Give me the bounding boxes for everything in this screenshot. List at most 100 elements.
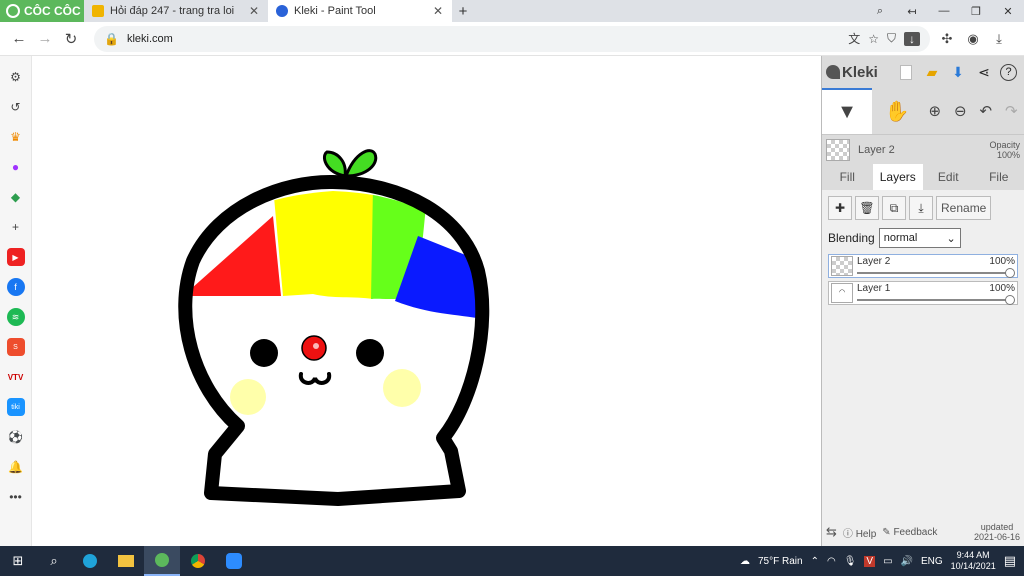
notifications-icon[interactable]: ▤ (1004, 553, 1016, 569)
kleki-logo[interactable]: Kleki (826, 64, 890, 81)
zoom-in-icon[interactable]: ⊕ (928, 102, 941, 120)
hand-tool[interactable]: ✋ (872, 88, 922, 134)
layer-opacity-slider[interactable] (857, 267, 1015, 278)
weather-icon[interactable]: ☁ (740, 556, 750, 567)
battery-icon[interactable]: ▭ (883, 556, 892, 567)
open-folder-icon[interactable]: ▰ (922, 62, 942, 82)
microphone-icon[interactable]: 🎙 (844, 556, 857, 567)
downloads-icon[interactable]: ⤓ (990, 31, 1008, 47)
share-icon[interactable]: ⋖ (974, 62, 994, 82)
fill-bucket-tool[interactable]: ▼ (822, 88, 872, 134)
shopee-icon[interactable]: S (6, 338, 25, 356)
reload-button[interactable]: ↻ (58, 30, 84, 48)
download-media-icon[interactable]: ↓ (904, 31, 920, 46)
search-tabs-icon[interactable]: ⌕ (864, 5, 896, 18)
tab-fill[interactable]: Fill (822, 164, 873, 190)
new-tab-button[interactable]: + (452, 0, 474, 22)
weather-text[interactable]: 75°F Rain (758, 556, 803, 567)
translate-icon[interactable]: 文 (848, 30, 860, 47)
clock[interactable]: 9:44 AM 10/14/2021 (951, 550, 996, 572)
tab-layers[interactable]: Layers (872, 164, 923, 190)
forward-button[interactable]: → (32, 30, 58, 47)
crown-icon[interactable]: ♛ (7, 128, 25, 146)
kleki-logo-text: Kleki (842, 63, 878, 81)
layer-item-layer-1[interactable]: ◠ Layer 1 100% (828, 281, 1018, 305)
history-icon[interactable]: ↺ (7, 98, 25, 116)
redo-icon[interactable]: ↷ (1005, 102, 1018, 120)
add-app-icon[interactable]: + (7, 218, 25, 236)
right-cheek (383, 369, 421, 407)
help-circle-icon[interactable]: ? (1000, 63, 1017, 81)
duplicate-layer-button[interactable]: ⧉ (882, 196, 906, 220)
drawing-canvas[interactable] (33, 56, 821, 546)
more-icon[interactable]: ••• (7, 488, 25, 506)
merge-layer-button[interactable]: ⤓ (909, 196, 933, 220)
taskbar-chrome[interactable] (180, 546, 216, 576)
browser-brand[interactable]: CÔC CÔC (0, 0, 84, 22)
language-indicator[interactable]: ENG (921, 556, 943, 567)
save-download-icon[interactable]: ⬇ (948, 62, 968, 82)
panel-header: Kleki ▰ ⬇ ⋖ ? (822, 56, 1024, 88)
tab-edit[interactable]: Edit (923, 164, 974, 190)
start-button[interactable]: ⊞ (0, 546, 36, 576)
layer-buttons: ✚ 🗑 ⧉ ⤓ Rename (828, 196, 1018, 220)
layer-opacity: 100% (989, 255, 1015, 267)
messenger-icon[interactable]: ● (7, 158, 25, 176)
current-layer-thumbnail (826, 138, 850, 161)
tiki-icon[interactable]: tiki (6, 398, 25, 416)
paint-bucket-icon: ▼ (837, 100, 857, 123)
back-button[interactable]: ← (6, 30, 32, 47)
layer-item-layer-2[interactable]: Layer 2 100% (828, 254, 1018, 278)
facebook-icon[interactable]: f (6, 278, 25, 296)
delete-layer-button[interactable]: 🗑 (855, 196, 879, 220)
swap-sides-icon[interactable]: ⇆ (826, 524, 837, 540)
blending-select[interactable]: normal ⌄ (878, 228, 961, 248)
new-image-icon[interactable] (896, 62, 916, 82)
tab-kleki[interactable]: Kleki - Paint Tool ✕ (268, 0, 452, 22)
close-icon[interactable]: ✕ (432, 4, 444, 18)
profile-icon[interactable]: ◉ (964, 31, 982, 47)
taskbar-edge[interactable] (72, 546, 108, 576)
football-icon[interactable]: ⚽ (7, 428, 25, 446)
minimize-button[interactable]: — (928, 5, 960, 17)
taskbar-zoom[interactable] (216, 546, 252, 576)
undo-icon[interactable]: ↶ (979, 102, 992, 120)
kleki-panel: Kleki ▰ ⬇ ⋖ ? ▼ ✋ ⊕ ⊖ ↶ ↷ Layer 2 Opacit… (821, 56, 1024, 546)
brand-label: CÔC CÔC (24, 4, 81, 18)
zoom-out-icon[interactable]: ⊖ (954, 102, 967, 120)
url-text[interactable]: kleki.com (127, 33, 840, 45)
tab-hoidap[interactable]: Hỏi đáp 247 - trang tra loi ✕ (84, 0, 268, 22)
taskbar-explorer[interactable] (108, 546, 144, 576)
youtube-icon[interactable]: ▶ (6, 248, 25, 266)
restore-button[interactable]: ❐ (960, 5, 992, 18)
rename-button[interactable]: Rename (936, 196, 992, 220)
slider-knob[interactable] (1005, 294, 1015, 305)
tray-chevron-icon[interactable]: ⌃ (811, 556, 819, 567)
close-window-button[interactable]: ✕ (992, 5, 1024, 18)
feedback-link[interactable]: ✎ Feedback (882, 527, 937, 538)
back-history-icon[interactable]: ↤ (896, 5, 928, 18)
chrome-icon (191, 554, 205, 568)
shield-icon[interactable]: ⛉ (887, 31, 896, 46)
lock-icon[interactable]: 🔒 (104, 32, 119, 46)
wifi-icon[interactable]: ◠ (827, 556, 836, 567)
vivaldi-tray-icon[interactable]: V (864, 555, 876, 567)
slider-knob[interactable] (1005, 267, 1015, 278)
spotify-icon[interactable]: ≋ (6, 308, 25, 326)
left-cheek (230, 379, 266, 415)
search-button[interactable]: ⌕ (36, 546, 72, 576)
bell-icon[interactable]: 🔔 (7, 458, 25, 476)
vtv-icon[interactable]: VTV (7, 368, 25, 386)
tab-file[interactable]: File (974, 164, 1024, 190)
taskbar-coccoc[interactable] (144, 546, 180, 576)
close-icon[interactable]: ✕ (248, 4, 260, 18)
game-icon[interactable]: ◆ (7, 188, 25, 206)
extensions-icon[interactable]: ✣ (938, 31, 956, 47)
settings-icon[interactable]: ⚙ (7, 68, 25, 86)
add-layer-button[interactable]: ✚ (828, 196, 852, 220)
address-bar[interactable]: 🔒 kleki.com 文 ☆ ⛉ ↓ (94, 25, 930, 52)
volume-icon[interactable]: 🔊 (901, 556, 913, 567)
layer-opacity-slider[interactable] (857, 294, 1015, 305)
help-link[interactable]: ⓘ Help (843, 525, 876, 540)
star-icon[interactable]: ☆ (868, 32, 879, 46)
